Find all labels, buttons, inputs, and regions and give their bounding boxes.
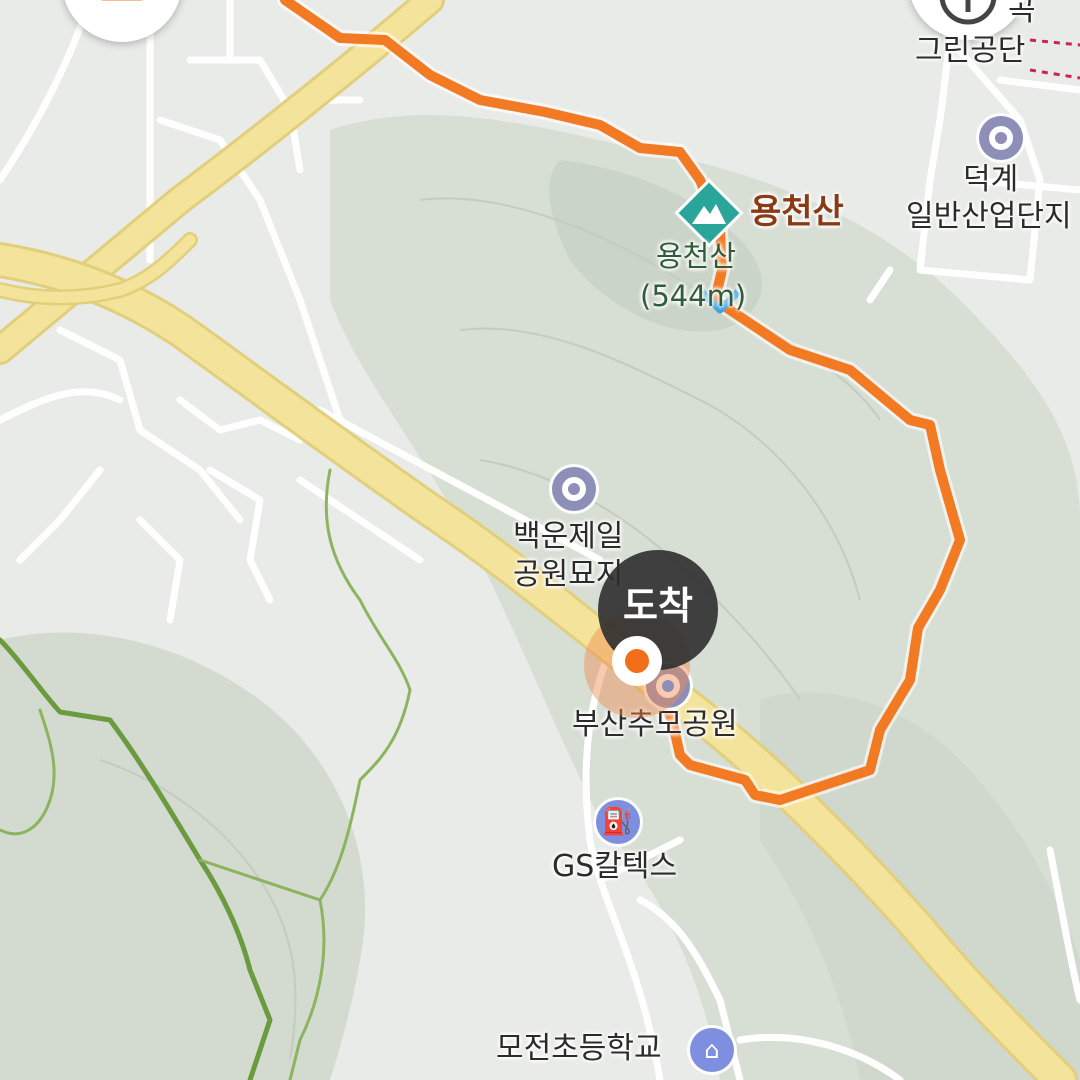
place-label: 일반산업단지 xyxy=(906,199,1072,234)
fuel-icon[interactable]: ⛽ xyxy=(596,800,640,844)
camp-button[interactable] xyxy=(62,0,182,42)
place-label: 덕계 xyxy=(963,162,1019,197)
destination-dot-icon[interactable] xyxy=(612,636,662,686)
peak-name-label: 용천산 xyxy=(750,192,844,232)
place-label: 모전초등학교 xyxy=(496,1031,662,1066)
place-icon[interactable] xyxy=(552,467,596,511)
place-label: 백운제일 xyxy=(513,519,624,554)
peak-elevation-label: (544m) xyxy=(640,279,747,313)
school-icon[interactable]: ⌂ xyxy=(690,1028,734,1072)
place-label: GS칼텍스 xyxy=(552,849,678,884)
place-label: 곡 xyxy=(1008,0,1036,28)
map-view[interactable]: 용천산 용천산 (544m) 곡 그린공단 덕계 일반산업단지 백운제일 공원묘… xyxy=(0,0,1080,1080)
camp-icon xyxy=(102,0,142,1)
peak-sub-label: 용천산 xyxy=(656,239,737,273)
mountain-icon[interactable] xyxy=(674,178,744,248)
railway xyxy=(1029,38,1080,80)
place-label: 그린공단 xyxy=(915,33,1026,68)
place-icon[interactable] xyxy=(979,116,1023,160)
